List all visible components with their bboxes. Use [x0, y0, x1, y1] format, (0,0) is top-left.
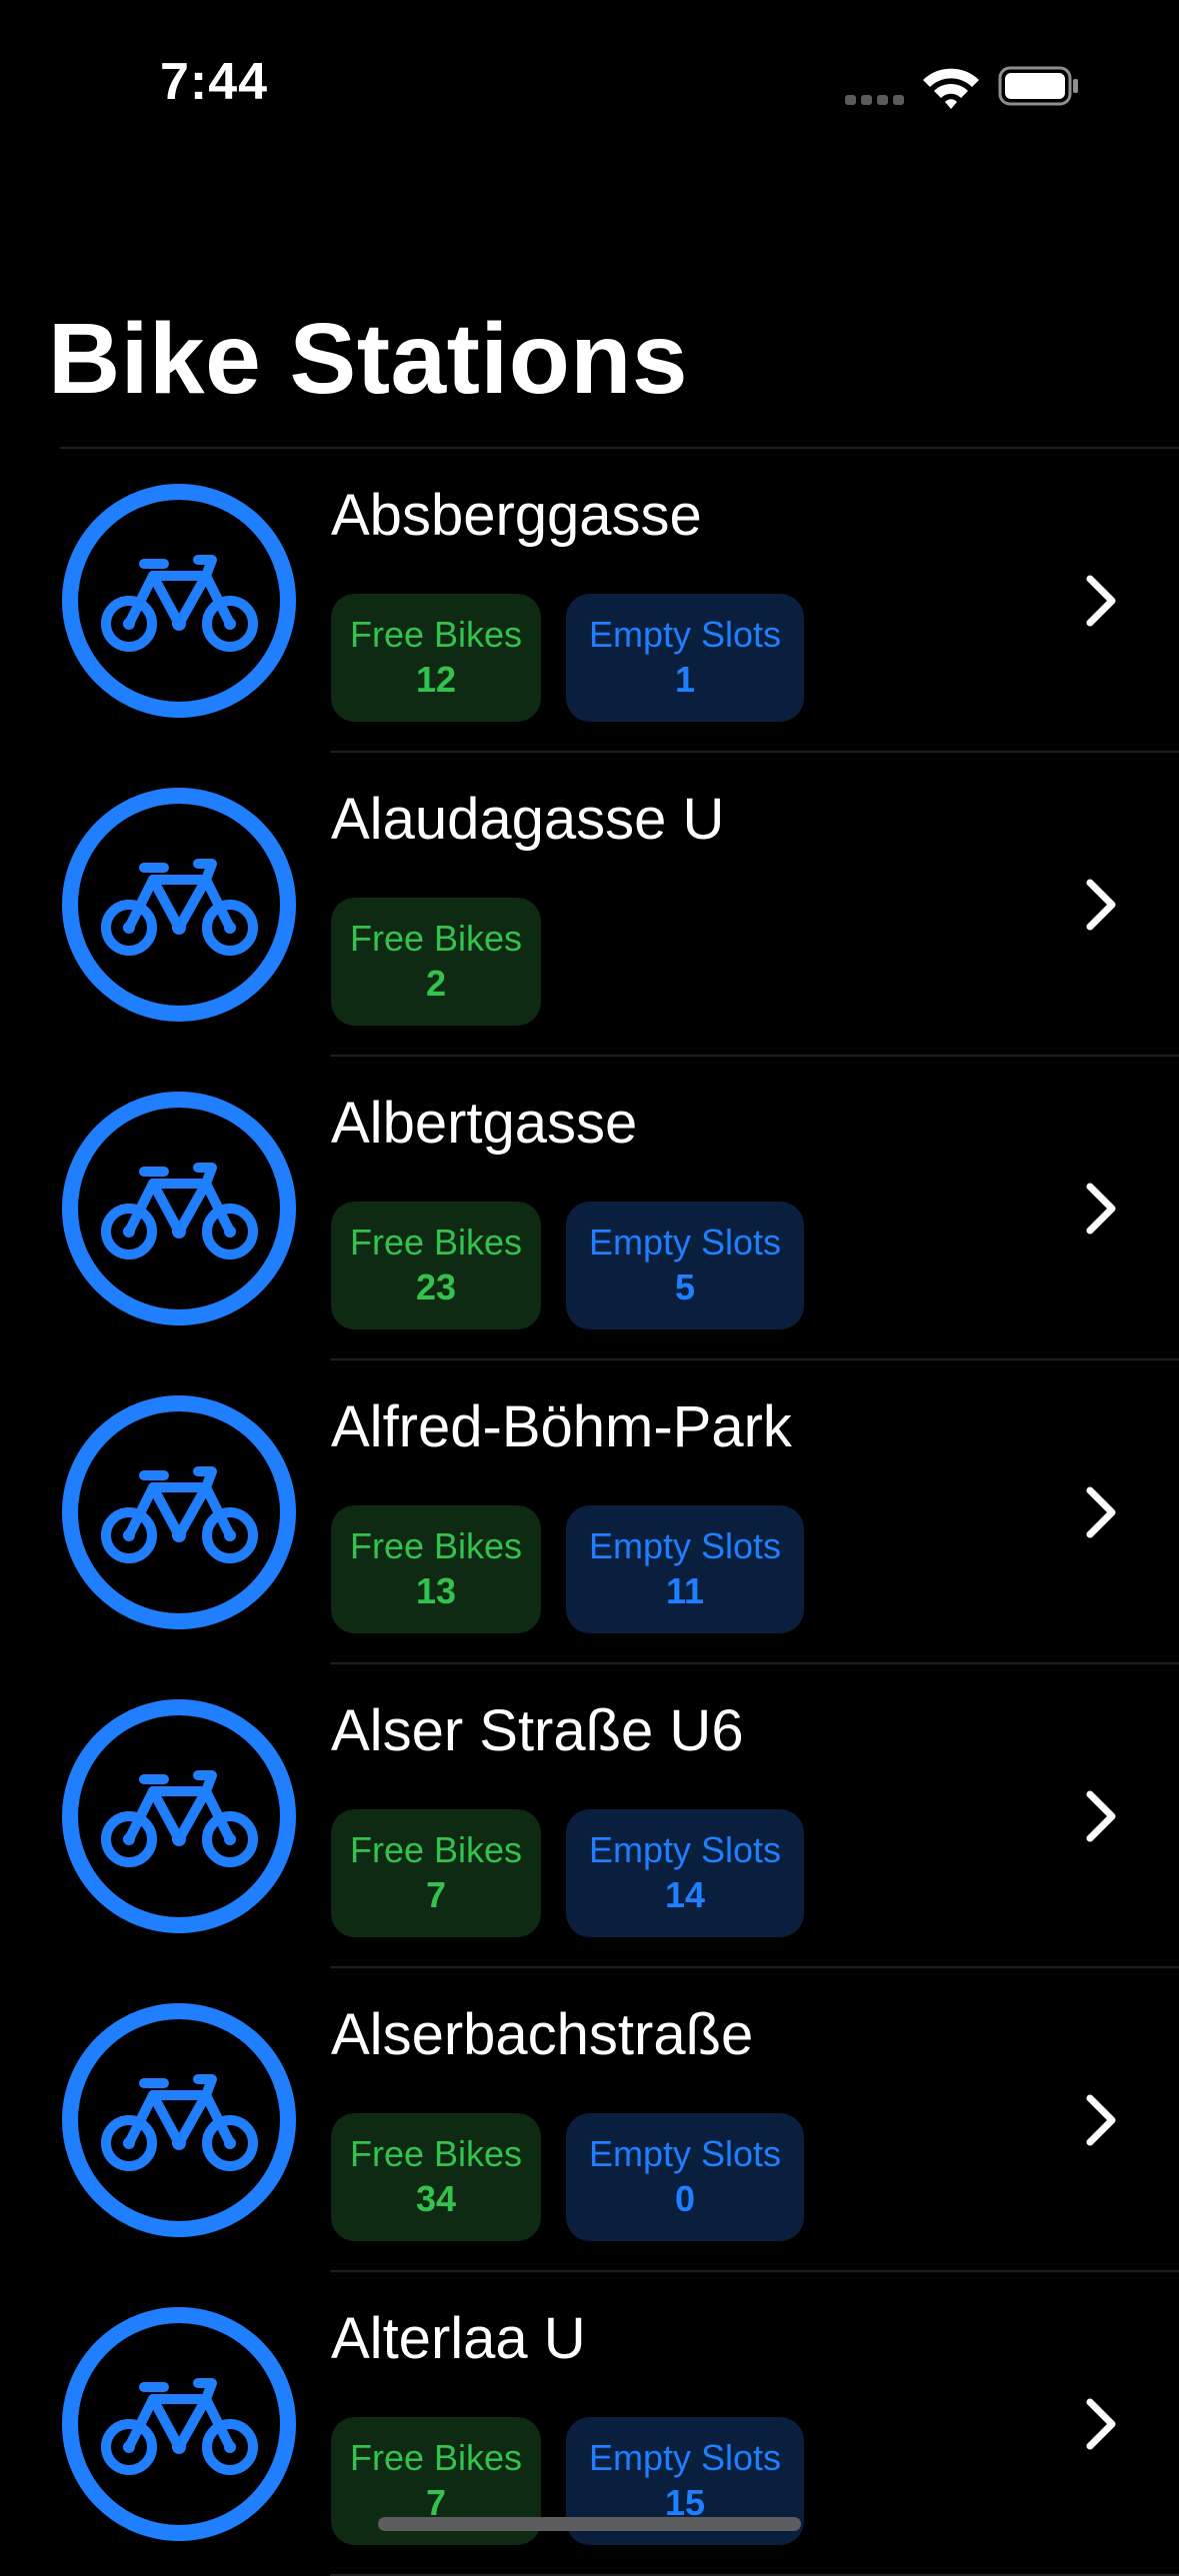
- station-stats: Free Bikes 2: [331, 898, 541, 1026]
- empty-slots-label: Empty Slots: [588, 2437, 782, 2479]
- station-name: Alaudagasse U: [331, 787, 725, 852]
- chevron-right-icon: [1086, 2398, 1116, 2450]
- empty-slots-label: Empty Slots: [588, 614, 782, 656]
- free-bikes-badge: Free Bikes 7: [331, 1809, 541, 1937]
- bicycle-icon: [62, 1699, 296, 1933]
- empty-slots-count: 11: [665, 1570, 705, 1612]
- station-list: Absberggasse Free Bikes 12 Empty Slots 1: [0, 449, 1179, 2576]
- free-bikes-count: 7: [425, 1874, 447, 1916]
- station-stats: Free Bikes 7 Empty Slots 14: [331, 1809, 804, 1937]
- empty-slots-label: Empty Slots: [588, 1829, 782, 1871]
- free-bikes-badge: Free Bikes 34: [331, 2113, 541, 2241]
- empty-slots-badge: Empty Slots 14: [566, 1809, 804, 1937]
- station-name: Alfred-Böhm-Park: [331, 1394, 792, 1459]
- bicycle-icon: [62, 484, 296, 718]
- bicycle-icon: [62, 1395, 296, 1629]
- chevron-right-icon: [1086, 1183, 1116, 1235]
- empty-slots-badge: Empty Slots 11: [566, 1505, 804, 1633]
- page-title: Bike Stations: [48, 303, 688, 415]
- battery-icon: [998, 66, 1078, 106]
- chevron-right-icon: [1086, 575, 1116, 627]
- empty-slots-badge: Empty Slots 5: [566, 1202, 804, 1329]
- home-indicator[interactable]: [378, 2517, 801, 2531]
- wifi-icon: [923, 68, 979, 109]
- station-row[interactable]: Albertgasse Free Bikes 23 Empty Slots 5: [0, 1057, 1179, 1360]
- bicycle-icon: [62, 1092, 296, 1325]
- empty-slots-badge: Empty Slots 1: [566, 594, 804, 722]
- station-row[interactable]: Alserbachstraße Free Bikes 34 Empty Slot…: [0, 1968, 1179, 2272]
- station-name: Alser Straße U6: [331, 1698, 744, 1763]
- free-bikes-count: 2: [425, 963, 447, 1005]
- empty-slots-count: 5: [674, 1267, 696, 1308]
- free-bikes-label: Free Bikes: [349, 2133, 523, 2175]
- free-bikes-badge: Free Bikes 12: [331, 594, 541, 722]
- chevron-right-icon: [1086, 2094, 1116, 2146]
- station-stats: Free Bikes 23 Empty Slots 5: [331, 1202, 804, 1329]
- empty-slots-count: 1: [674, 659, 696, 701]
- empty-slots-count: 14: [664, 1874, 706, 1916]
- chevron-right-icon: [1086, 1486, 1116, 1538]
- free-bikes-badge: Free Bikes 23: [331, 1202, 541, 1329]
- free-bikes-label: Free Bikes: [349, 918, 523, 960]
- free-bikes-count: 23: [415, 1267, 457, 1308]
- free-bikes-label: Free Bikes: [349, 1525, 523, 1567]
- station-stats: Free Bikes 12 Empty Slots 1: [331, 594, 804, 722]
- station-row[interactable]: Alser Straße U6 Free Bikes 7 Empty Slots…: [0, 1664, 1179, 1968]
- empty-slots-label: Empty Slots: [588, 2133, 782, 2175]
- free-bikes-label: Free Bikes: [349, 1222, 523, 1264]
- chevron-right-icon: [1086, 1790, 1116, 1842]
- station-row[interactable]: Absberggasse Free Bikes 12 Empty Slots 1: [0, 449, 1179, 753]
- bicycle-icon: [62, 788, 296, 1022]
- free-bikes-label: Free Bikes: [349, 614, 523, 656]
- station-row[interactable]: Alaudagasse U Free Bikes 2: [0, 753, 1179, 1057]
- status-time: 7:44: [160, 53, 269, 111]
- station-name: Alserbachstraße: [331, 2002, 754, 2067]
- station-stats: Free Bikes 34 Empty Slots 0: [331, 2113, 804, 2241]
- cellular-signal-icon: [845, 95, 905, 105]
- free-bikes-badge: Free Bikes 2: [331, 898, 541, 1026]
- bicycle-icon: [62, 2003, 296, 2237]
- empty-slots-badge: Empty Slots 0: [566, 2113, 804, 2241]
- empty-slots-count: 0: [674, 2178, 696, 2220]
- station-name: Albertgasse: [331, 1091, 638, 1156]
- chevron-right-icon: [1086, 879, 1116, 931]
- status-bar: 7:44: [0, 0, 1179, 150]
- free-bikes-label: Free Bikes: [349, 1829, 523, 1871]
- free-bikes-count: 12: [415, 659, 457, 701]
- station-name: Alterlaa U: [331, 2306, 586, 2371]
- station-row[interactable]: Alfred-Böhm-Park Free Bikes 13 Empty Slo…: [0, 1360, 1179, 1664]
- bicycle-icon: [62, 2307, 296, 2541]
- empty-slots-label: Empty Slots: [588, 1525, 782, 1567]
- free-bikes-label: Free Bikes: [349, 2437, 523, 2479]
- station-stats: Free Bikes 13 Empty Slots 11: [331, 1505, 804, 1633]
- free-bikes-badge: Free Bikes 13: [331, 1505, 541, 1633]
- free-bikes-count: 13: [415, 1570, 457, 1612]
- free-bikes-count: 34: [415, 2178, 457, 2220]
- empty-slots-label: Empty Slots: [588, 1222, 782, 1264]
- station-name: Absberggasse: [331, 483, 702, 548]
